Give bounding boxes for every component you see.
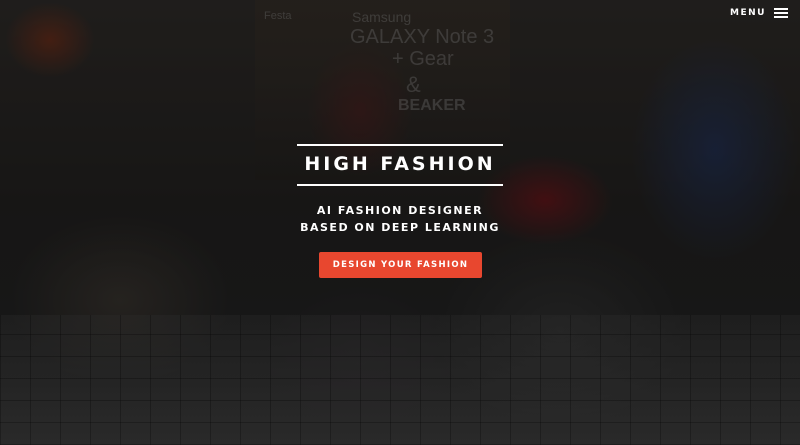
title-bottom-rule	[297, 184, 503, 186]
title-top-rule	[297, 144, 503, 146]
hero-subtitle-line2: BASED ON DEEP LEARNING	[300, 221, 500, 234]
menu-button[interactable]: MENU	[730, 8, 788, 18]
hero-subtitle-line1: AI FASHION DESIGNER	[316, 204, 484, 217]
hamburger-icon	[774, 8, 788, 18]
menu-label: MENU	[730, 8, 766, 18]
hero-title: HIGH FASHION	[304, 153, 496, 175]
hero-section: Festa Samsung GALAXY Note 3 + Gear & BEA…	[0, 0, 800, 445]
design-your-fashion-button[interactable]: DESIGN YOUR FASHION	[319, 252, 482, 278]
